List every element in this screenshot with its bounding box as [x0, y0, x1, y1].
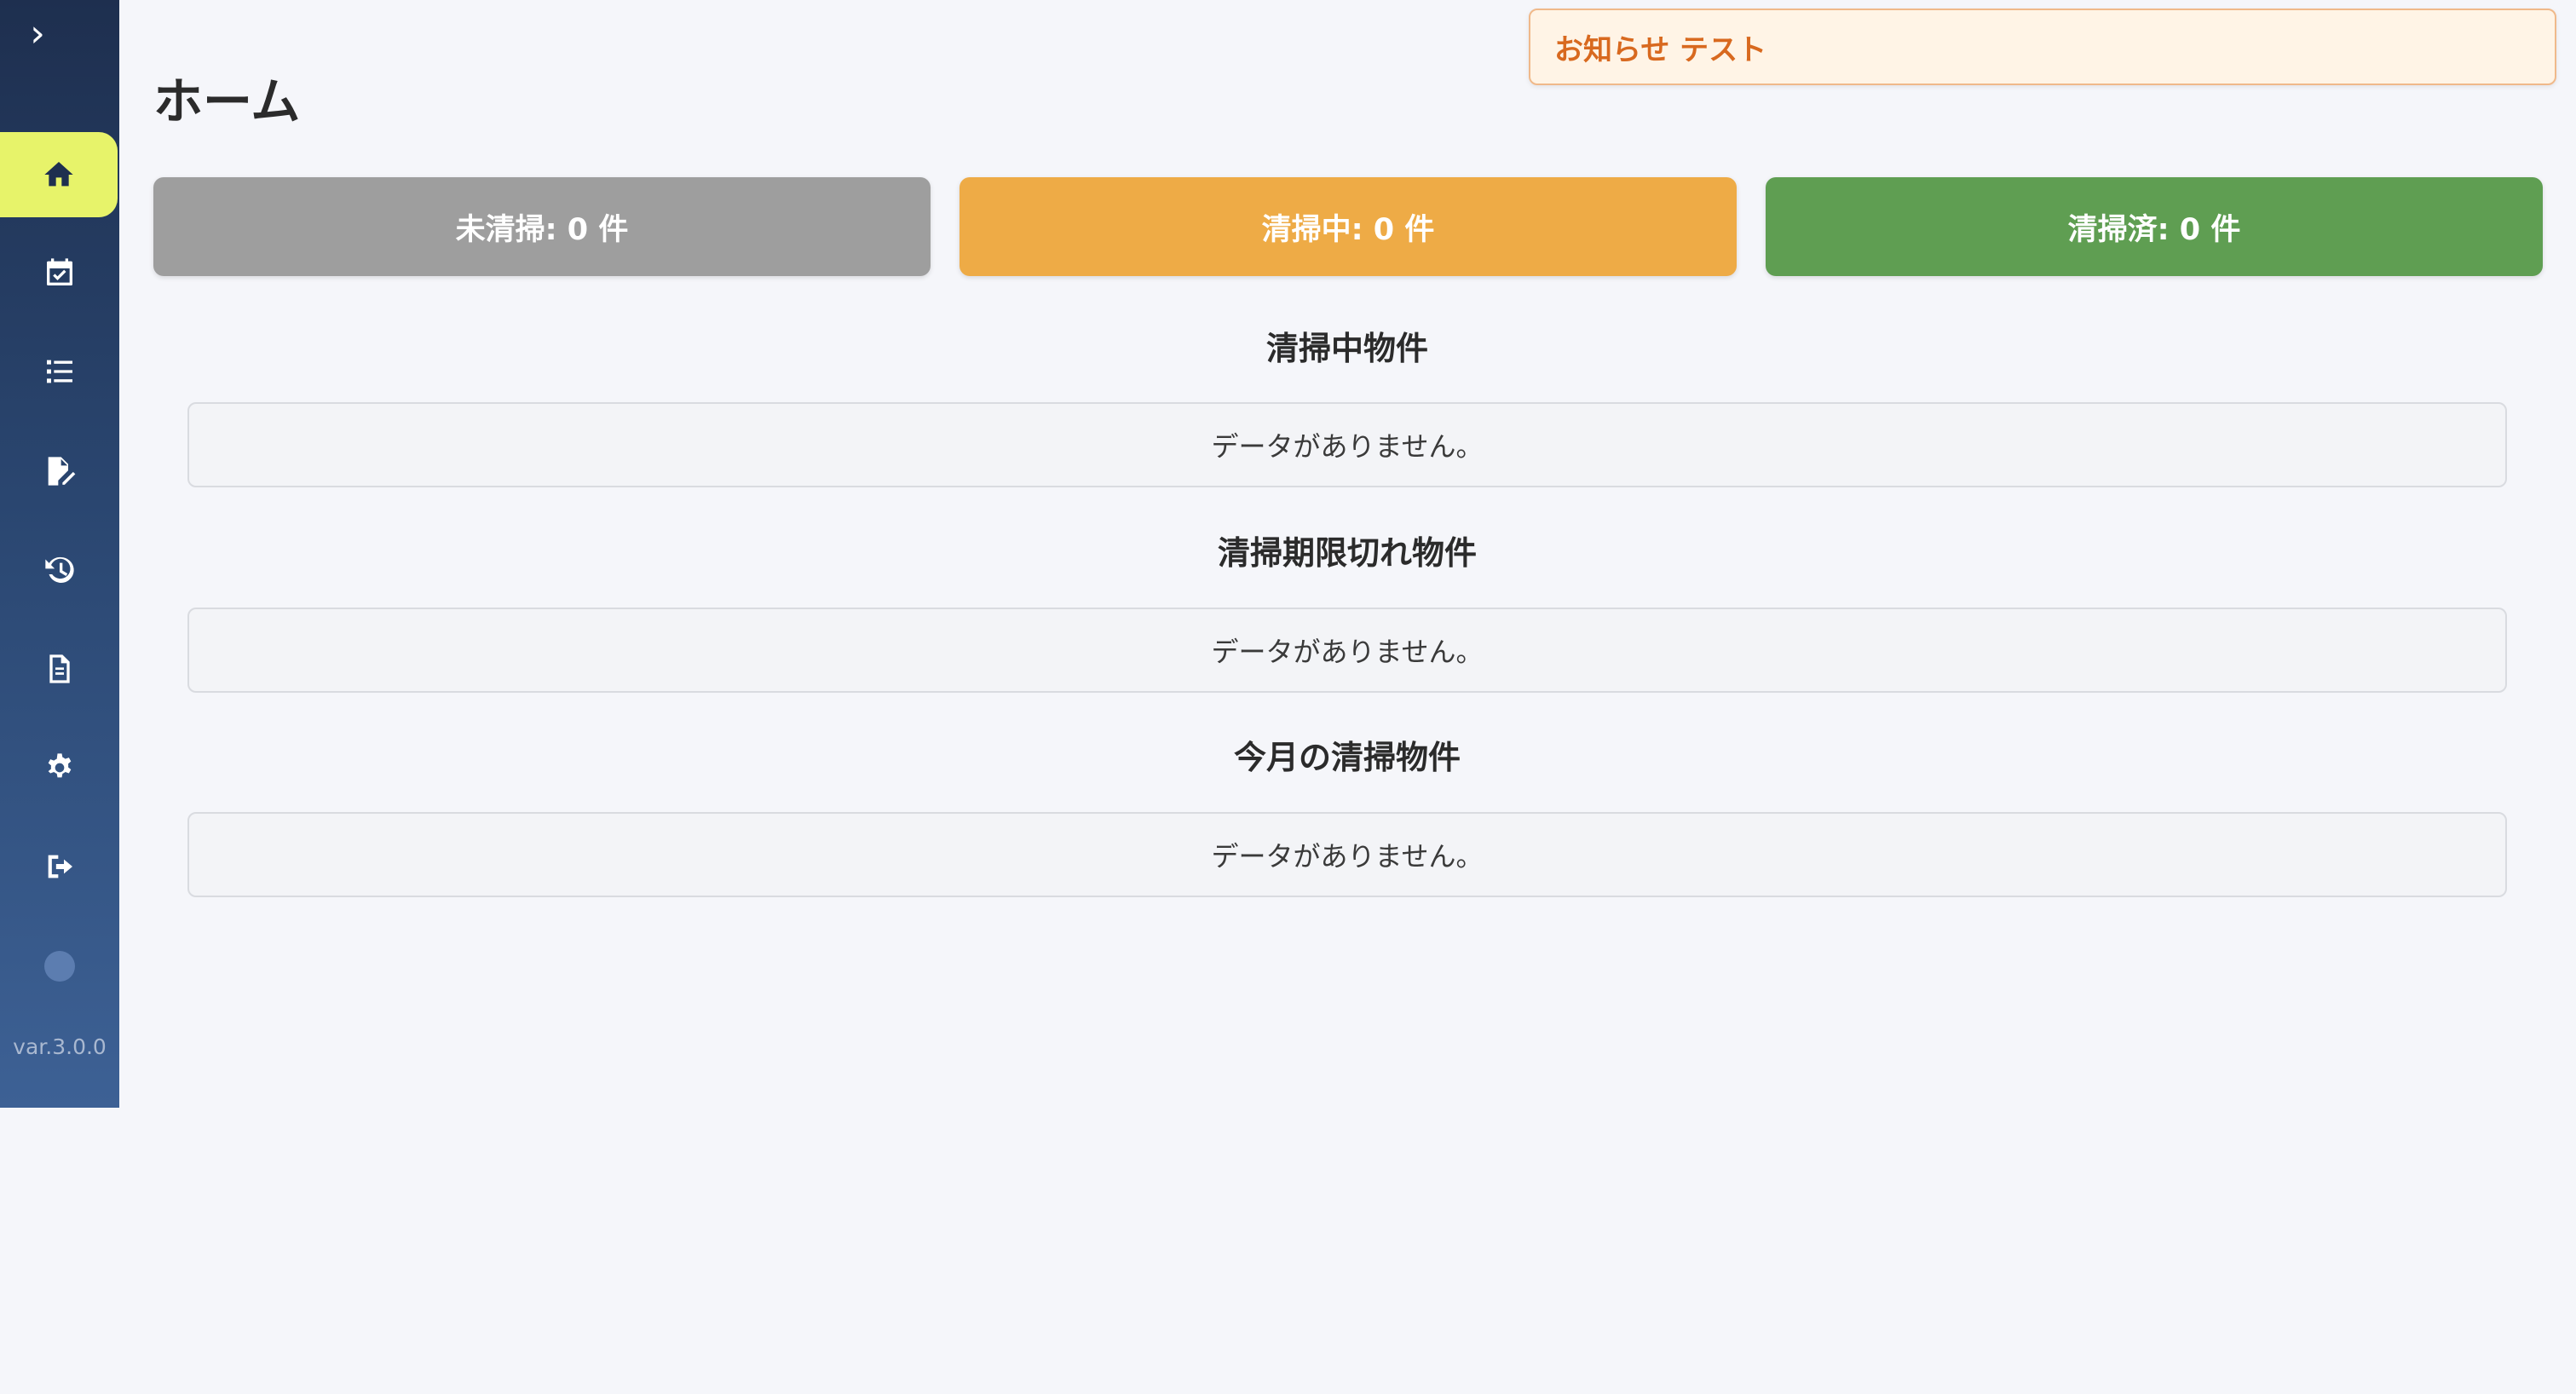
- status-card-uncleaned[interactable]: 未清掃: 0 件: [153, 177, 931, 276]
- sidebar-item-document[interactable]: [0, 626, 119, 711]
- list-icon: [47, 360, 72, 383]
- empty-state-cleaning: データがありません。: [187, 402, 2507, 487]
- sidebar-item-home[interactable]: [0, 132, 118, 217]
- empty-state-this-month: データがありません。: [187, 812, 2507, 897]
- page-title: ホーム: [153, 72, 301, 130]
- document-icon: [49, 654, 70, 683]
- sidebar: › var.3.0.0: [0, 0, 119, 1108]
- sidebar-item-logout[interactable]: [0, 824, 119, 909]
- status-card-cleaned[interactable]: 清掃済: 0 件: [1766, 177, 2543, 276]
- gear-icon: [48, 753, 72, 778]
- notice-banner[interactable]: お知らせ テスト: [1529, 9, 2556, 85]
- history-icon: [45, 556, 74, 583]
- empty-state-overdue: データがありません。: [187, 608, 2507, 693]
- status-indicator: [44, 951, 75, 982]
- calendar-check-icon: [47, 258, 72, 285]
- section-title-overdue: 清掃期限切れ物件: [1217, 534, 1477, 572]
- logout-icon: [48, 855, 72, 878]
- sidebar-item-edit[interactable]: [0, 429, 119, 514]
- sidebar-item-history[interactable]: [0, 527, 119, 613]
- file-edit-icon: [48, 457, 76, 486]
- section-title-this-month: 今月の清掃物件: [1233, 739, 1461, 776]
- sidebar-item-list[interactable]: [0, 329, 119, 414]
- sidebar-item-calendar[interactable]: [0, 230, 119, 315]
- status-card-cleaning[interactable]: 清掃中: 0 件: [960, 177, 1737, 276]
- version-label: var.3.0.0: [13, 1034, 107, 1059]
- section-title-cleaning: 清掃中物件: [1265, 330, 1428, 367]
- home-icon: [44, 162, 73, 187]
- chevron-right-icon[interactable]: ›: [20, 12, 55, 56]
- sidebar-item-settings[interactable]: [0, 725, 119, 810]
